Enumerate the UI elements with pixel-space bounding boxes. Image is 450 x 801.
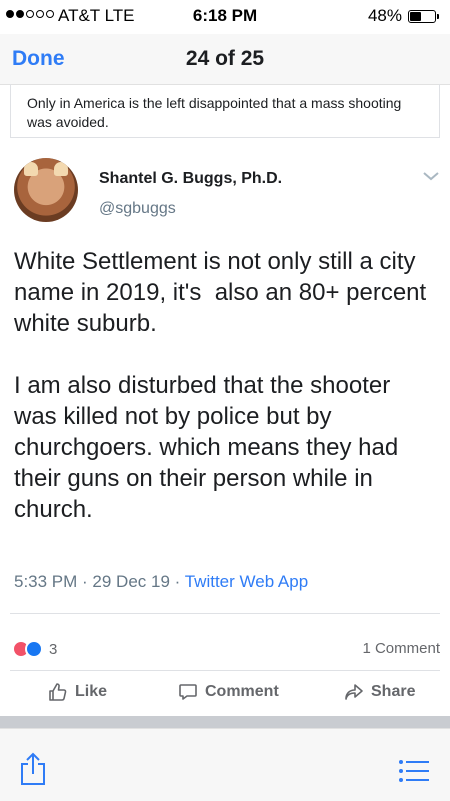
previous-comment-text: Only in America is the left disappointed…	[27, 95, 402, 130]
share-sheet-icon[interactable]	[18, 751, 48, 787]
tweet-text: White Settlement is not only still a cit…	[14, 248, 427, 523]
comments-count-link[interactable]: 1 Comment	[362, 640, 440, 657]
like-label: Like	[75, 683, 108, 700]
share-label: Share	[371, 683, 416, 700]
thumbs-up-icon	[49, 683, 67, 701]
chevron-down-icon[interactable]	[422, 170, 440, 182]
navigation-bar: Done 24 of 25	[0, 34, 450, 85]
page-counter: 24 of 25	[185, 47, 265, 70]
tweet-metadata: 5:33 PM · 29 Dec 19 · Twitter Web App	[14, 572, 308, 592]
tweet-author-handle: @sgbuggs	[99, 200, 176, 217]
comment-label: Comment	[205, 683, 279, 700]
bottom-toolbar	[0, 728, 450, 801]
avatar[interactable]	[14, 158, 78, 222]
battery-icon	[408, 10, 439, 23]
like-button[interactable]: Like	[48, 682, 107, 702]
feed-separator	[0, 716, 450, 728]
share-arrow-icon	[345, 684, 363, 700]
tweet-timestamp: 5:33 PM · 29 Dec 19 ·	[14, 572, 185, 591]
battery-percent: 48%	[367, 6, 402, 25]
reaction-count: 3	[49, 640, 58, 658]
reactions-summary[interactable]: 3	[12, 640, 57, 658]
tweet-author-name: Shantel G. Buggs, Ph.D.	[99, 170, 283, 187]
share-button[interactable]: Share	[344, 682, 415, 702]
divider	[10, 613, 440, 614]
status-bar: AT&T LTE 6:18 PM 48%	[0, 0, 450, 34]
previous-comment-snippet: Only in America is the left disappointed…	[10, 84, 440, 138]
tweet-card: Shantel G. Buggs, Ph.D. @sgbuggs White S…	[0, 150, 450, 616]
like-reaction-icon	[25, 640, 43, 658]
post-actions: Like Comment Share	[0, 670, 450, 716]
list-icon[interactable]	[398, 759, 430, 783]
comment-bubble-icon	[179, 684, 197, 700]
tweet-source-link[interactable]: Twitter Web App	[185, 572, 308, 591]
comment-button[interactable]: Comment	[178, 682, 279, 702]
